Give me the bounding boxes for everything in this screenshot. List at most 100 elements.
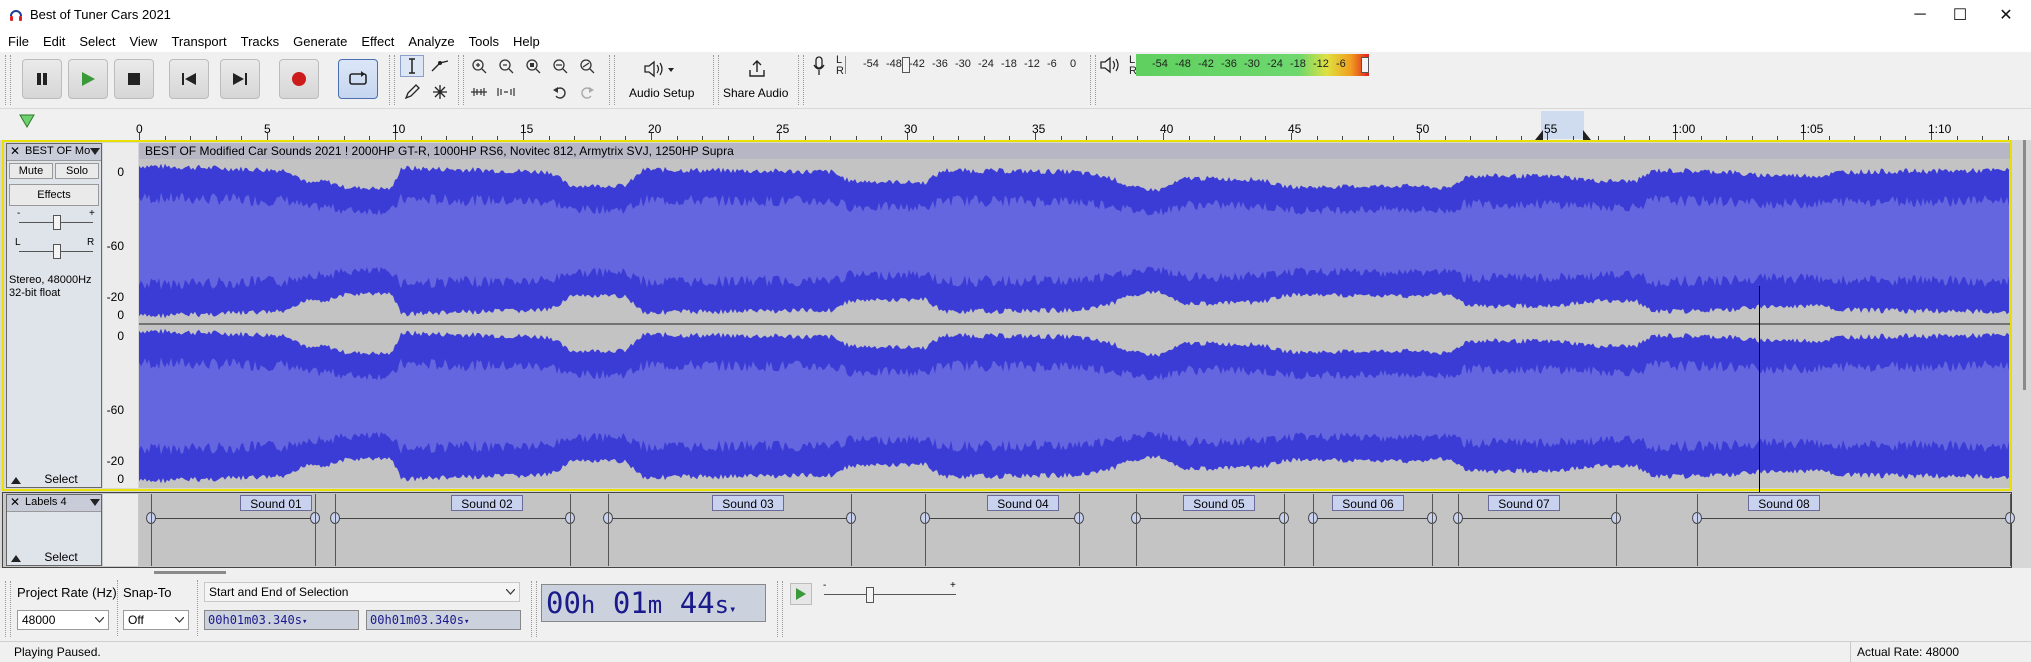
vertical-ruler[interactable]: 0 -60 -20 0 0 -60 -20 0 (103, 143, 138, 488)
playback-meter[interactable]: L R -54 -48 -42 -36 -30 -24 -18 -12 -6 (1128, 54, 1373, 77)
label-text[interactable]: Sound 03 (712, 495, 784, 511)
toolbar-grip[interactable] (531, 581, 537, 637)
menu-tracks[interactable]: Tracks (234, 34, 287, 49)
loop-button[interactable] (338, 59, 378, 99)
audio-setup-button[interactable]: Audio Setup (620, 56, 708, 104)
audio-clip[interactable]: BEST OF Modified Car Sounds 2021 ! 2000H… (139, 143, 2010, 488)
fit-selection-button[interactable] (521, 55, 545, 77)
multi-tool[interactable] (428, 81, 452, 103)
toolbar-grip[interactable] (458, 55, 464, 105)
gain-slider[interactable]: - + (9, 208, 99, 234)
menu-tools[interactable]: Tools (462, 34, 506, 49)
waveform[interactable] (139, 159, 2010, 488)
record-meter-tick: -18 (1001, 58, 1017, 70)
pan-slider[interactable]: L R (9, 237, 99, 263)
skip-to-start-button[interactable] (169, 59, 209, 99)
timeline-options-icon[interactable] (19, 113, 35, 129)
solo-button[interactable]: Solo (55, 163, 99, 179)
close-label-track-icon[interactable]: ✕ (10, 495, 20, 509)
toolbar: Audio Setup Share Audio L R -54 -48 -42 -36… (0, 52, 2031, 109)
collapse-label-track-icon[interactable] (11, 554, 21, 562)
zoom-in-button[interactable] (467, 55, 491, 77)
maximize-button[interactable]: ☐ (1937, 0, 1983, 30)
label-text[interactable]: Sound 07 (1488, 495, 1560, 511)
fit-project-button[interactable] (548, 55, 572, 77)
toolbar-grip[interactable] (777, 581, 783, 637)
toolbar-grip[interactable] (798, 55, 804, 105)
project-rate-combo[interactable]: 48000 (17, 610, 109, 630)
label-track-title-bar[interactable]: ✕ Labels 4 (7, 495, 101, 512)
undo-button[interactable] (548, 81, 572, 103)
trim-audio-button[interactable] (467, 81, 491, 103)
record-meter[interactable]: L R -54 -48 -42 -36 -30 -24 -18 -12 -6 0 (835, 54, 1085, 77)
select-track-button[interactable]: Select (23, 471, 99, 487)
menu-generate[interactable]: Generate (286, 34, 354, 49)
speaker-volume-icon[interactable] (1100, 56, 1120, 74)
vertical-scrollbar-thumb[interactable] (2023, 140, 2026, 390)
selection-mode-combo[interactable]: Start and End of Selection (204, 582, 520, 602)
track-title-bar[interactable]: ✕ BEST OF Mo (7, 144, 101, 161)
skip-start-icon (182, 73, 196, 85)
menu-effect[interactable]: Effect (354, 34, 401, 49)
menu-select[interactable]: Select (72, 34, 122, 49)
playback-meter-tick: -42 (1198, 58, 1214, 70)
menu-edit[interactable]: Edit (36, 34, 72, 49)
skip-to-end-button[interactable] (220, 59, 260, 99)
record-meter-slider-thumb[interactable] (902, 57, 910, 73)
microphone-icon[interactable] (812, 56, 826, 76)
close-button[interactable]: ✕ (1983, 0, 2029, 30)
label-text[interactable]: Sound 02 (451, 495, 523, 511)
playback-meter-slider-thumb[interactable] (1361, 57, 1369, 73)
clip-title[interactable]: BEST OF Modified Car Sounds 2021 ! 2000H… (139, 143, 2010, 159)
play-speed-thumb[interactable] (866, 587, 874, 603)
silence-audio-button[interactable] (494, 81, 518, 103)
label-text[interactable]: Sound 01 (240, 495, 312, 511)
menu-view[interactable]: View (123, 34, 165, 49)
menu-help[interactable]: Help (506, 34, 547, 49)
select-label-track-button[interactable]: Select (23, 549, 99, 565)
selection-tool[interactable] (400, 55, 424, 77)
collapse-track-icon[interactable] (11, 476, 21, 484)
zoom-toggle-button[interactable] (575, 55, 599, 77)
toolbar-grip[interactable] (609, 55, 615, 105)
mute-button[interactable]: Mute (9, 163, 53, 179)
pan-slider-thumb[interactable] (53, 244, 61, 259)
label-track-menu-dropdown-icon[interactable] (90, 499, 100, 507)
snap-to-combo[interactable]: Off (123, 610, 189, 630)
track-menu-dropdown-icon[interactable] (90, 148, 100, 156)
time-display[interactable]: 00h 01m 44s▾ (541, 584, 766, 622)
effects-button[interactable]: Effects (9, 184, 99, 206)
selection-end-time[interactable]: 00h01m03.340s▾ (366, 610, 521, 630)
toolbar-grip[interactable] (5, 581, 11, 637)
share-audio-button[interactable]: Share Audio (722, 56, 792, 104)
label-text[interactable]: Sound 05 (1183, 495, 1255, 511)
horizontal-scrollbar[interactable] (140, 568, 2010, 576)
timeline-ruler[interactable]: 0 5 10 15 20 25 30 35 40 45 50 55 1:00 1:05 1:10 (0, 110, 2031, 141)
play-speed-slider[interactable]: - + (820, 580, 960, 605)
stop-button[interactable] (114, 59, 154, 99)
record-button[interactable] (279, 59, 319, 99)
menu-transport[interactable]: Transport (164, 34, 233, 49)
draw-tool[interactable] (400, 81, 424, 103)
vertical-scrollbar[interactable] (2021, 140, 2029, 390)
label-text[interactable]: Sound 06 (1332, 495, 1404, 511)
selection-start-time[interactable]: 00h01m03.340s▾ (204, 610, 359, 630)
toolbar-grip[interactable] (1090, 55, 1096, 105)
menu-file[interactable]: File (0, 34, 36, 49)
label-text[interactable]: Sound 04 (987, 495, 1059, 511)
label-track-body[interactable]: Sound 01 Sound 02 Sound 03 Sound 04 Sound 05… (139, 494, 2015, 566)
envelope-tool[interactable] (428, 55, 452, 77)
toolbar-grip[interactable] (713, 55, 719, 105)
gain-slider-thumb[interactable] (53, 215, 61, 230)
redo-button[interactable] (575, 81, 599, 103)
toolbar-grip[interactable] (5, 55, 11, 105)
label-text[interactable]: Sound 08 (1748, 495, 1820, 511)
play-at-speed-button[interactable] (790, 583, 812, 605)
menu-analyze[interactable]: Analyze (401, 34, 461, 49)
pause-button[interactable] (22, 59, 62, 99)
close-track-icon[interactable]: ✕ (10, 144, 20, 158)
zoom-out-button[interactable] (494, 55, 518, 77)
play-button[interactable] (68, 59, 108, 99)
toolbar-grip[interactable] (389, 55, 395, 105)
horizontal-scrollbar-thumb[interactable] (154, 571, 226, 574)
